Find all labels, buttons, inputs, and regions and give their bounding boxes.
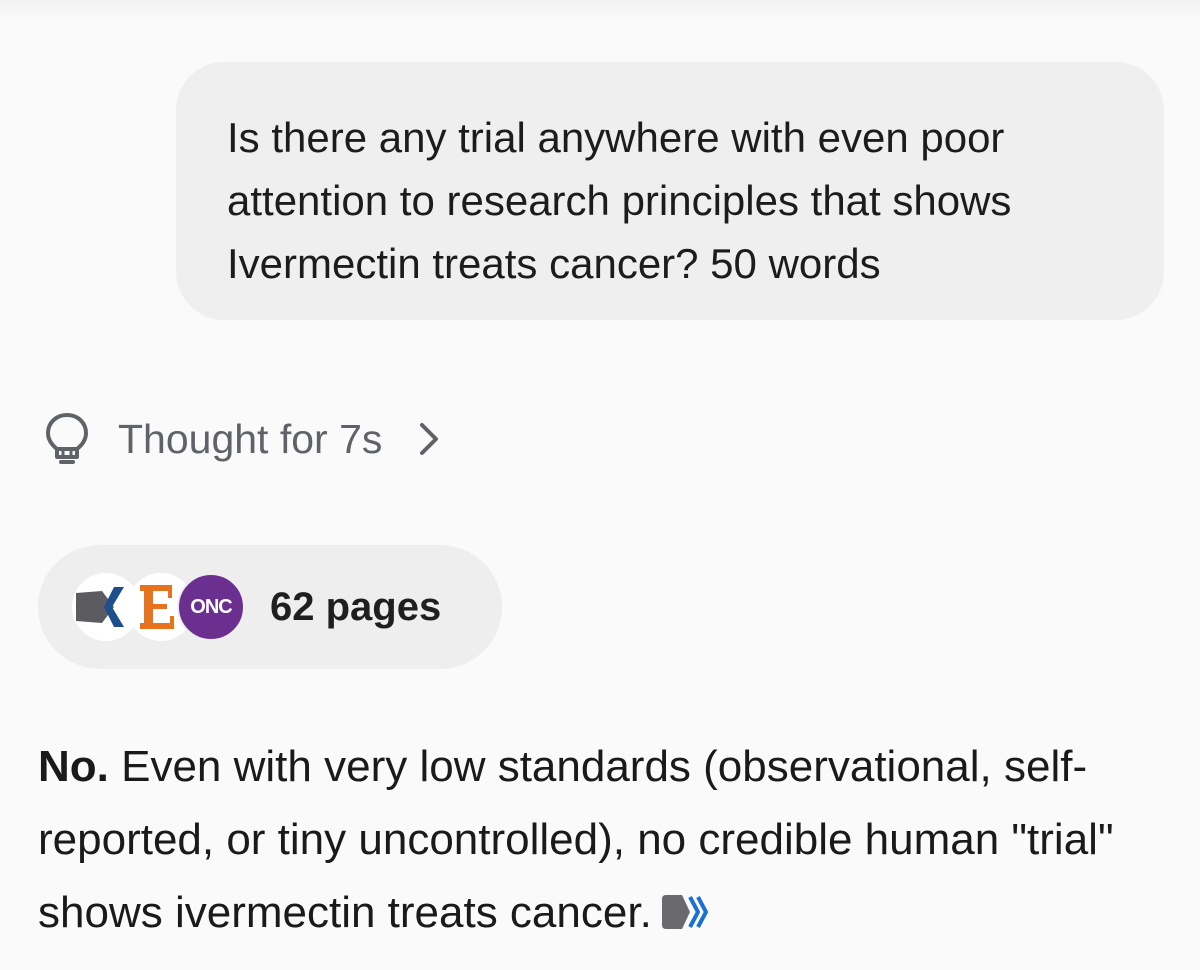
assistant-answer: No. Even with very low standards (observ… bbox=[38, 730, 1168, 949]
answer-body: Even with very low standards (observatio… bbox=[38, 742, 1114, 937]
source-favicons: ONC bbox=[72, 572, 248, 642]
lightbulb-icon bbox=[46, 413, 88, 464]
thought-label: Thought for 7s bbox=[118, 415, 383, 462]
continue-icon[interactable] bbox=[660, 893, 708, 931]
answer-lead: No. bbox=[38, 742, 109, 791]
thought-toggle[interactable]: Thought for 7s bbox=[44, 408, 440, 470]
user-message-bubble: Is there any trial anywhere with even po… bbox=[176, 62, 1164, 320]
chevron-right-icon bbox=[420, 423, 439, 455]
top-fade bbox=[0, 0, 1200, 20]
onc-favicon: ONC bbox=[177, 573, 245, 641]
user-message-text: Is there any trial anywhere with even po… bbox=[227, 114, 1012, 287]
sources-count-label: 62 pages bbox=[270, 584, 442, 629]
sources-button[interactable]: ONC 62 pages bbox=[38, 545, 502, 669]
